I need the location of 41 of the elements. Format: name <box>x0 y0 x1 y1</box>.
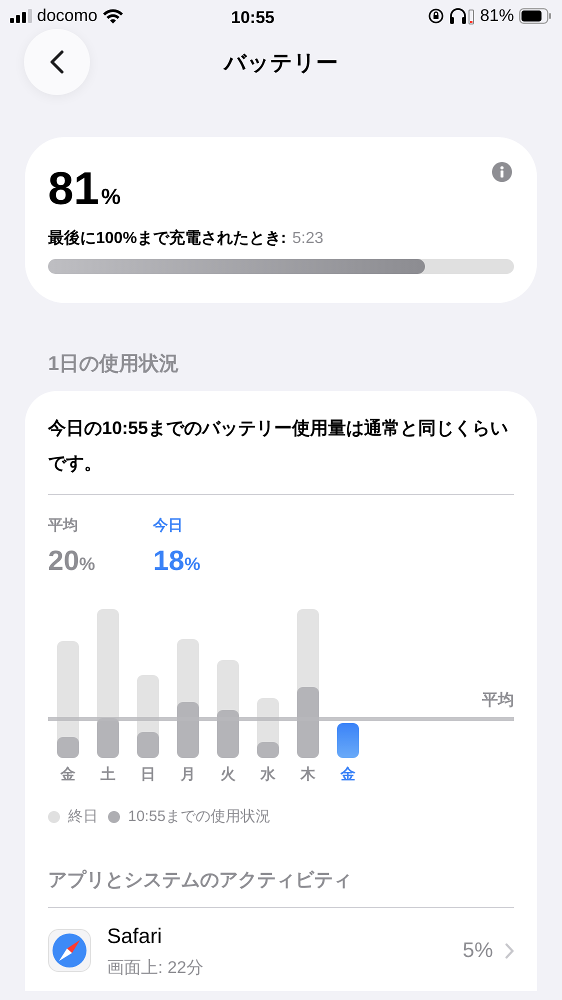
section-header: アプリとシステムのアクティビティ <box>48 866 514 908</box>
rotation-lock-icon <box>428 8 444 24</box>
carrier-name: docomo <box>37 5 98 28</box>
day-label: 金 <box>340 764 356 784</box>
last-charge-time: 5:23 <box>292 229 324 249</box>
average-line-label: 平均 <box>482 690 514 710</box>
percent-unit: % <box>184 552 200 576</box>
usage-percent: 5% <box>462 938 493 964</box>
legend-label: 10:55までの使用状況 <box>128 807 271 827</box>
wifi-icon <box>102 8 124 24</box>
average-value: 20 <box>48 544 80 578</box>
day-label: 月 <box>180 764 196 784</box>
signal-icon <box>10 9 32 23</box>
today-value: 18 <box>153 544 184 578</box>
battery-icon <box>519 8 552 24</box>
average-label: 平均 <box>48 516 79 536</box>
chevron-right-icon <box>505 942 514 958</box>
compass-icon <box>48 929 91 972</box>
page-title: バッテリー <box>224 48 338 76</box>
app-name: Safari <box>107 924 163 950</box>
usage-summary: 今日の10:55までのバッテリー使用量は通常と同じくらいです。 <box>48 411 514 495</box>
last-charge-label: 最後に100%まで充電されたとき: <box>48 228 286 249</box>
app-row[interactable]: Safari 画面上: 22分 5% <box>48 908 514 991</box>
screen-time: 画面上: 22分 <box>107 956 204 978</box>
day-label: 日 <box>140 764 156 784</box>
chevron-left-icon <box>50 50 64 74</box>
battery-percent: 81% <box>480 5 514 28</box>
day-label: 土 <box>100 764 116 784</box>
percent-unit: % <box>101 183 121 211</box>
day-label: 金 <box>60 764 76 784</box>
day-label: 木 <box>300 764 316 784</box>
day-label: 火 <box>220 764 236 784</box>
today-label: 今日 <box>153 516 184 536</box>
section-header: 1日の使用状況 <box>48 352 180 377</box>
legend-label: 終日 <box>68 807 98 827</box>
battery-level-value: 81 <box>48 165 100 211</box>
clock: 10:55 <box>231 7 274 29</box>
percent-unit: % <box>79 552 96 576</box>
day-label: 水 <box>260 764 276 784</box>
headphones-icon <box>448 7 475 25</box>
info-icon[interactable] <box>492 162 512 182</box>
